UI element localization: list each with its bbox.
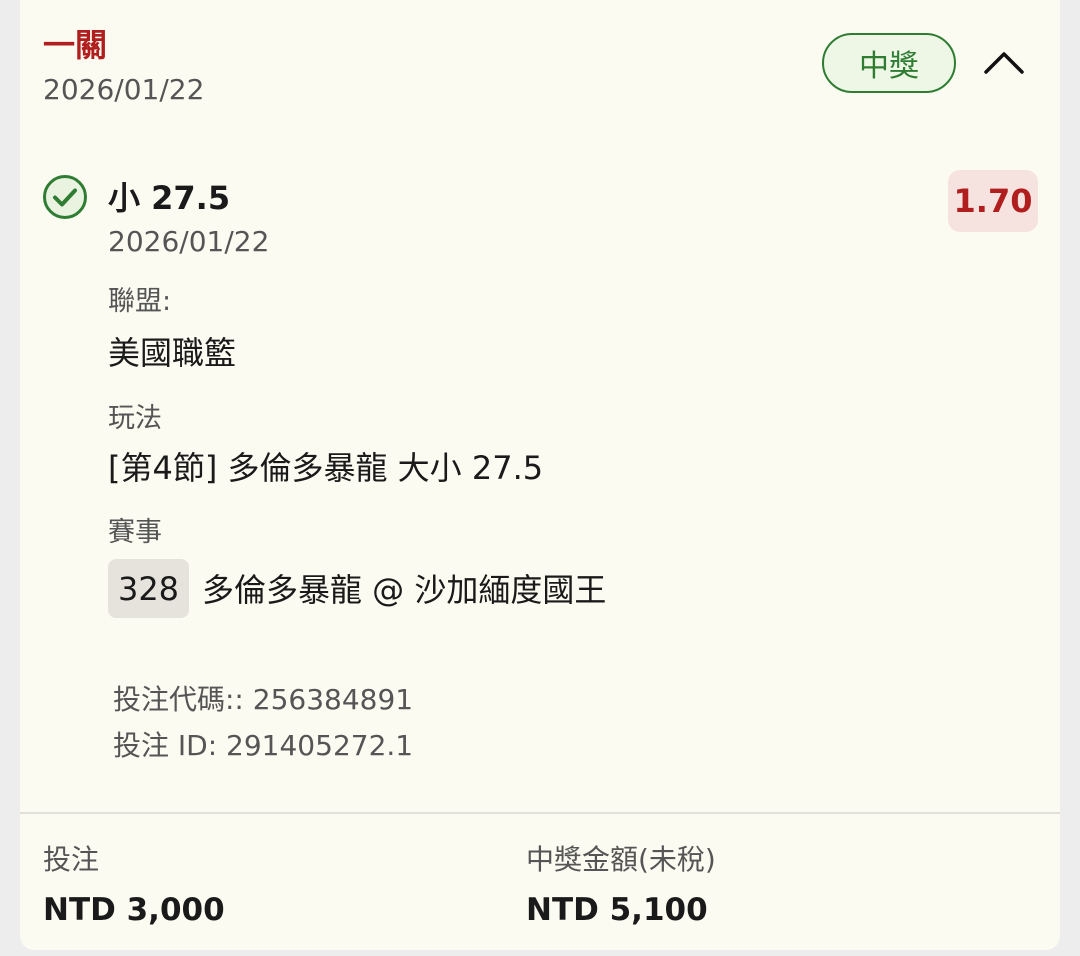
bet-code: 投注代碼:: 256384891 [113,683,414,716]
league-label: 聯盟: [108,286,172,317]
status-badge: 中獎 [822,33,956,93]
win-amount-label: 中獎金額(未稅) [526,843,716,876]
check-circle-icon [42,174,88,220]
win-amount-value: NTD 5,100 [526,892,708,928]
bet-id: 投注 ID: 291405272.1 [113,729,414,762]
selection-date: 2026/01/22 [108,225,270,258]
bet-card: 一關 2026/01/22 中獎 小 27.5 2026/01/22 1.70 … [20,0,1060,950]
divider [20,812,1060,814]
bet-date: 2026/01/22 [43,73,205,106]
chevron-up-icon [984,52,1024,74]
market-label: 玩法 [108,403,162,434]
event-code-badge: 328 [108,559,189,618]
collapse-button[interactable] [982,42,1026,82]
event-name: 多倫多暴龍 @ 沙加緬度國王 [202,571,607,609]
odds-badge: 1.70 [948,170,1038,232]
event-label: 賽事 [108,517,162,548]
bet-type-title: 一關 [43,26,108,64]
league-value: 美國職籃 [108,334,237,372]
market-value: [第4節] 多倫多暴龍 大小 27.5 [108,449,544,487]
stake-label: 投注 [43,843,100,876]
stake-value: NTD 3,000 [43,892,225,928]
selection-name: 小 27.5 [108,179,231,217]
